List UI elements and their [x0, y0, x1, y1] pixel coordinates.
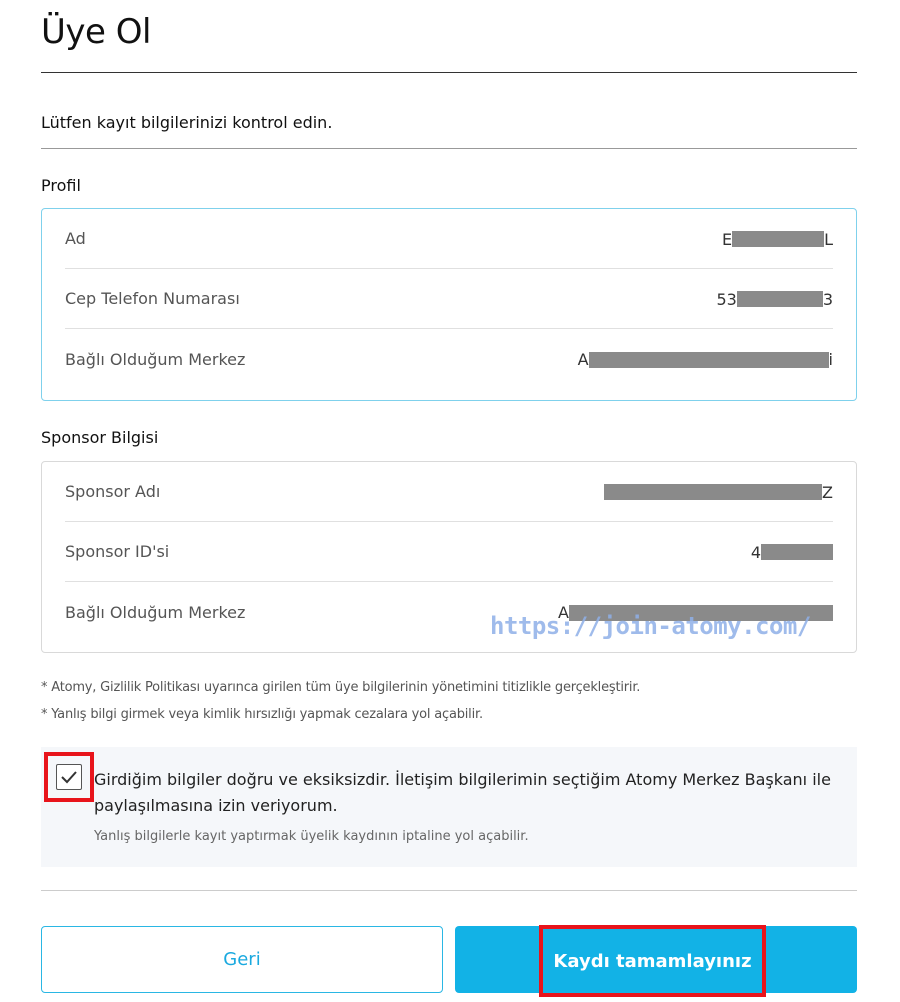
agreement-text: Girdiğim bilgiler doğru ve eksiksizdir. …: [94, 770, 831, 815]
row-label: Sponsor ID'si: [65, 542, 170, 561]
profile-heading: Profil: [41, 176, 81, 195]
value-start: 4: [750, 542, 761, 562]
value-end: L: [824, 229, 833, 249]
footer-divider: [41, 890, 857, 891]
penalty-note: * Yanlış bilgi girmek veya kimlik hırsız…: [41, 707, 483, 722]
back-button[interactable]: Geri: [41, 926, 443, 993]
redaction-bar: [736, 291, 823, 307]
sponsor-row-name: Sponsor Adı Z: [65, 462, 833, 522]
value-start: 53: [716, 289, 737, 309]
value-end: i: [828, 350, 833, 369]
title-divider: [41, 72, 857, 73]
row-value: 4: [751, 542, 833, 562]
row-value: Ai: [578, 349, 833, 369]
checkbox-highlight: [44, 752, 94, 802]
redaction-bar: [588, 351, 829, 368]
watermark-url: https://join-atomy.com/: [490, 612, 811, 640]
privacy-note: * Atomy, Gizlilik Politikası uyarınca gi…: [41, 680, 641, 695]
row-value: 53 3: [716, 289, 833, 309]
page-title: Üye Ol: [41, 12, 151, 52]
subtitle-divider: [41, 148, 857, 149]
redaction-bar: [761, 544, 833, 560]
profile-row-center: Bağlı Olduğum Merkez Ai: [65, 329, 833, 389]
sponsor-row-id: Sponsor ID'si 4: [65, 522, 833, 582]
row-label: Bağlı Olduğum Merkez: [65, 602, 246, 622]
profile-card: Ad EL Cep Telefon Numarası 53 3 Bağlı Old…: [41, 208, 857, 401]
profile-row-phone: Cep Telefon Numarası 53 3: [65, 269, 833, 329]
redaction-bar: [732, 231, 825, 247]
row-value: Z: [604, 482, 833, 502]
row-label: Sponsor Adı: [65, 482, 161, 501]
agreement-checkbox[interactable]: [56, 764, 82, 790]
sponsor-heading: Sponsor Bilgisi: [41, 428, 159, 447]
value-end: Z: [822, 482, 833, 502]
complete-button-highlight[interactable]: Kaydı tamamlayınız: [539, 925, 766, 997]
page-subtitle: Lütfen kayıt bilgilerinizi kontrol edin.: [41, 113, 333, 132]
row-label: Cep Telefon Numarası: [65, 289, 240, 308]
value-start: A: [577, 350, 589, 369]
row-label: Bağlı Olduğum Merkez: [65, 349, 246, 369]
redaction-bar: [604, 484, 823, 500]
row-label: Ad: [65, 229, 86, 248]
value-end: 3: [822, 289, 833, 309]
checkmark-icon: [61, 771, 77, 784]
profile-row-name: Ad EL: [65, 209, 833, 269]
row-value: EL: [722, 229, 833, 249]
value-start: E: [721, 229, 733, 249]
agreement-subtext: Yanlış bilgilerle kayıt yaptırmak üyelik…: [94, 829, 529, 844]
